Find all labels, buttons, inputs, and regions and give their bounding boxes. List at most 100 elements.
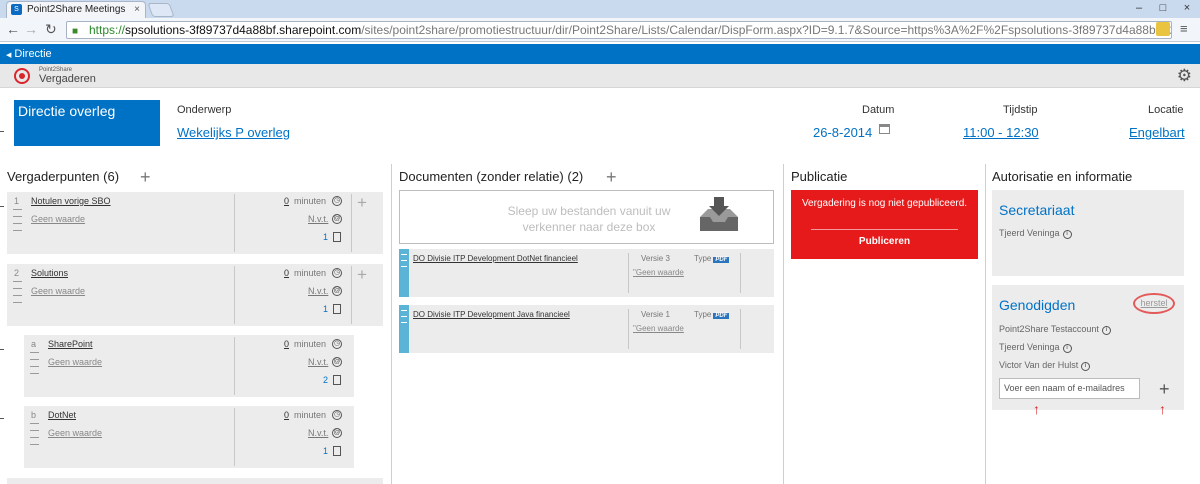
document-count[interactable]: 1 xyxy=(323,304,328,314)
person-icon: @ xyxy=(332,428,342,438)
browser-tab[interactable]: S Point2Share Meetings × xyxy=(6,1,146,18)
agenda-item[interactable]: 1 Notulen vorige SBO Geen waarde 0 minut… xyxy=(7,192,383,254)
agenda-item-presenter[interactable]: N.v.t. xyxy=(308,357,328,367)
agenda-item-duration[interactable]: 0 minuten xyxy=(284,410,326,420)
add-invitee-button[interactable]: + xyxy=(1159,380,1170,398)
agenda-item-duration[interactable]: 0 minuten xyxy=(284,196,326,206)
invitee-item[interactable]: Point2Share Testaccount i xyxy=(999,324,1111,335)
drag-handle-icon[interactable] xyxy=(13,209,22,237)
description-value: Geen waarde xyxy=(635,268,684,277)
agenda-item-description[interactable]: Geen waarde xyxy=(48,357,102,367)
divider xyxy=(628,253,629,293)
divider xyxy=(351,266,352,324)
agenda-item-duration[interactable]: 0 minuten xyxy=(284,268,326,278)
time-link[interactable]: 11:00 - 12:30 xyxy=(963,125,1039,140)
type-label: Type xyxy=(694,254,712,263)
agenda-item-description[interactable]: Geen waarde xyxy=(31,286,85,296)
info-icon[interactable]: i xyxy=(1062,230,1072,239)
agenda-subitem[interactable]: b DotNet Geen waarde 0 minuten ◷ N.v.t. … xyxy=(24,406,354,468)
new-tab-button[interactable] xyxy=(147,3,175,17)
invitees-title: Genodigden xyxy=(999,297,1076,313)
divider xyxy=(740,309,741,349)
close-tab-icon[interactable]: × xyxy=(134,2,140,17)
drag-handle-icon[interactable] xyxy=(399,305,409,353)
close-window-icon[interactable]: × xyxy=(1176,0,1198,16)
publish-button[interactable]: Publiceren xyxy=(791,236,978,247)
clock-icon: ◷ xyxy=(332,410,342,420)
document-count[interactable]: 1 xyxy=(323,446,328,456)
drag-handle-icon[interactable] xyxy=(13,281,22,309)
document-title[interactable]: DO Divisie ITP Development DotNet financ… xyxy=(413,254,578,263)
breadcrumb[interactable]: Directie xyxy=(14,48,51,60)
document-row[interactable]: DO Divisie ITP Development DotNet financ… xyxy=(399,249,774,297)
reset-link[interactable]: herstel xyxy=(1133,293,1175,314)
document-row[interactable]: DO Divisie ITP Development Java financie… xyxy=(399,305,774,353)
file-dropzone[interactable]: Sleep uw bestanden vanuit uw verkenner n… xyxy=(399,190,774,244)
secretariat-person[interactable]: Tjeerd Veninga i xyxy=(999,228,1072,239)
add-subitem-button[interactable]: + xyxy=(357,193,367,213)
agenda-item-presenter[interactable]: N.v.t. xyxy=(308,428,328,438)
agenda-item-presenter[interactable]: N.v.t. xyxy=(308,286,328,296)
agenda-item-title[interactable]: DotNet xyxy=(48,410,76,420)
annotation-arrow-icon: ↑ xyxy=(1159,401,1166,417)
drag-handle-icon[interactable] xyxy=(30,423,39,451)
add-subitem-button[interactable]: + xyxy=(357,265,367,285)
invitee-item[interactable]: Tjeerd Veninga i xyxy=(999,342,1072,353)
minimize-icon[interactable]: – xyxy=(1128,0,1150,16)
margin-mark xyxy=(0,349,4,350)
calendar-icon[interactable] xyxy=(879,124,890,134)
agenda-item-title[interactable]: Notulen vorige SBO xyxy=(31,196,111,206)
browser-tabbar: S Point2Share Meetings × – □ × xyxy=(0,0,1200,18)
agenda-item-title[interactable]: Solutions xyxy=(31,268,68,278)
document-count[interactable]: 2 xyxy=(323,375,328,385)
invitee-search-input[interactable]: Voer een naam of e-mailadres xyxy=(999,378,1140,399)
agenda-item-description[interactable]: Geen waarde xyxy=(31,214,85,224)
document-description[interactable]: "Geen waarde xyxy=(633,324,684,333)
margin-mark xyxy=(0,418,4,419)
extension-icon[interactable] xyxy=(1156,22,1170,36)
divider xyxy=(740,253,741,293)
document-icon xyxy=(333,375,341,385)
inbox-upload-icon xyxy=(700,197,738,231)
agenda-item-title[interactable]: SharePoint xyxy=(48,339,93,349)
back-icon[interactable]: ← xyxy=(6,21,20,37)
forward-icon[interactable]: → xyxy=(24,21,38,37)
gear-icon[interactable]: ⚙ xyxy=(1177,66,1192,86)
column-divider xyxy=(783,164,784,484)
document-title[interactable]: DO Divisie ITP Development Java financie… xyxy=(413,310,570,319)
agenda-item[interactable]: 2 Solutions Geen waarde 0 minuten ◷ N.v.… xyxy=(7,264,383,326)
clock-icon: ◷ xyxy=(332,196,342,206)
drag-handle-icon[interactable] xyxy=(30,352,39,380)
drag-handle-icon[interactable] xyxy=(399,249,409,297)
documents-heading: Documenten (zonder relatie) (2) xyxy=(399,169,584,184)
menu-icon[interactable]: ≡ xyxy=(1180,21,1188,37)
agenda-item-duration[interactable]: 0 minuten xyxy=(284,339,326,349)
agenda-subitem[interactable]: a SharePoint Geen waarde 0 minuten ◷ N.v… xyxy=(24,335,354,397)
info-icon[interactable]: i xyxy=(1062,344,1072,353)
maximize-icon[interactable]: □ xyxy=(1152,0,1174,16)
info-icon[interactable]: i xyxy=(1081,362,1091,371)
add-document-button[interactable]: + xyxy=(606,168,617,186)
meeting-title: Directie overleg xyxy=(14,100,160,146)
agenda-item-presenter[interactable]: N.v.t. xyxy=(308,214,328,224)
add-agenda-item-button[interactable]: + xyxy=(140,168,151,186)
minutes-value: 0 xyxy=(284,196,290,206)
lock-icon: ■ xyxy=(72,26,79,37)
person-icon: @ xyxy=(332,214,342,224)
sharepoint-favicon-icon: S xyxy=(11,4,22,15)
address-bar[interactable]: ■ https://spsolutions-3f89737d4a88bf.sha… xyxy=(66,21,1172,39)
subject-link[interactable]: Wekelijks P overleg xyxy=(177,125,290,140)
invitee-item[interactable]: Victor Van der Hulst i xyxy=(999,360,1091,371)
document-type: Type PDF xyxy=(694,254,730,263)
agenda-item-description[interactable]: Geen waarde xyxy=(48,428,102,438)
document-count[interactable]: 1 xyxy=(323,232,328,242)
reload-icon[interactable]: ↻ xyxy=(45,21,57,37)
location-link[interactable]: Engelbart xyxy=(1129,125,1185,140)
publication-alert: Vergadering is nog niet gepubliceerd. Pu… xyxy=(791,190,978,259)
document-description[interactable]: "Geen waarde xyxy=(633,268,684,277)
minutes-label: minuten xyxy=(294,196,327,206)
info-icon[interactable]: i xyxy=(1101,326,1111,335)
back-arrow-icon[interactable]: ◀ xyxy=(6,52,11,59)
person-icon: @ xyxy=(332,357,342,367)
agenda-item[interactable] xyxy=(7,478,383,484)
